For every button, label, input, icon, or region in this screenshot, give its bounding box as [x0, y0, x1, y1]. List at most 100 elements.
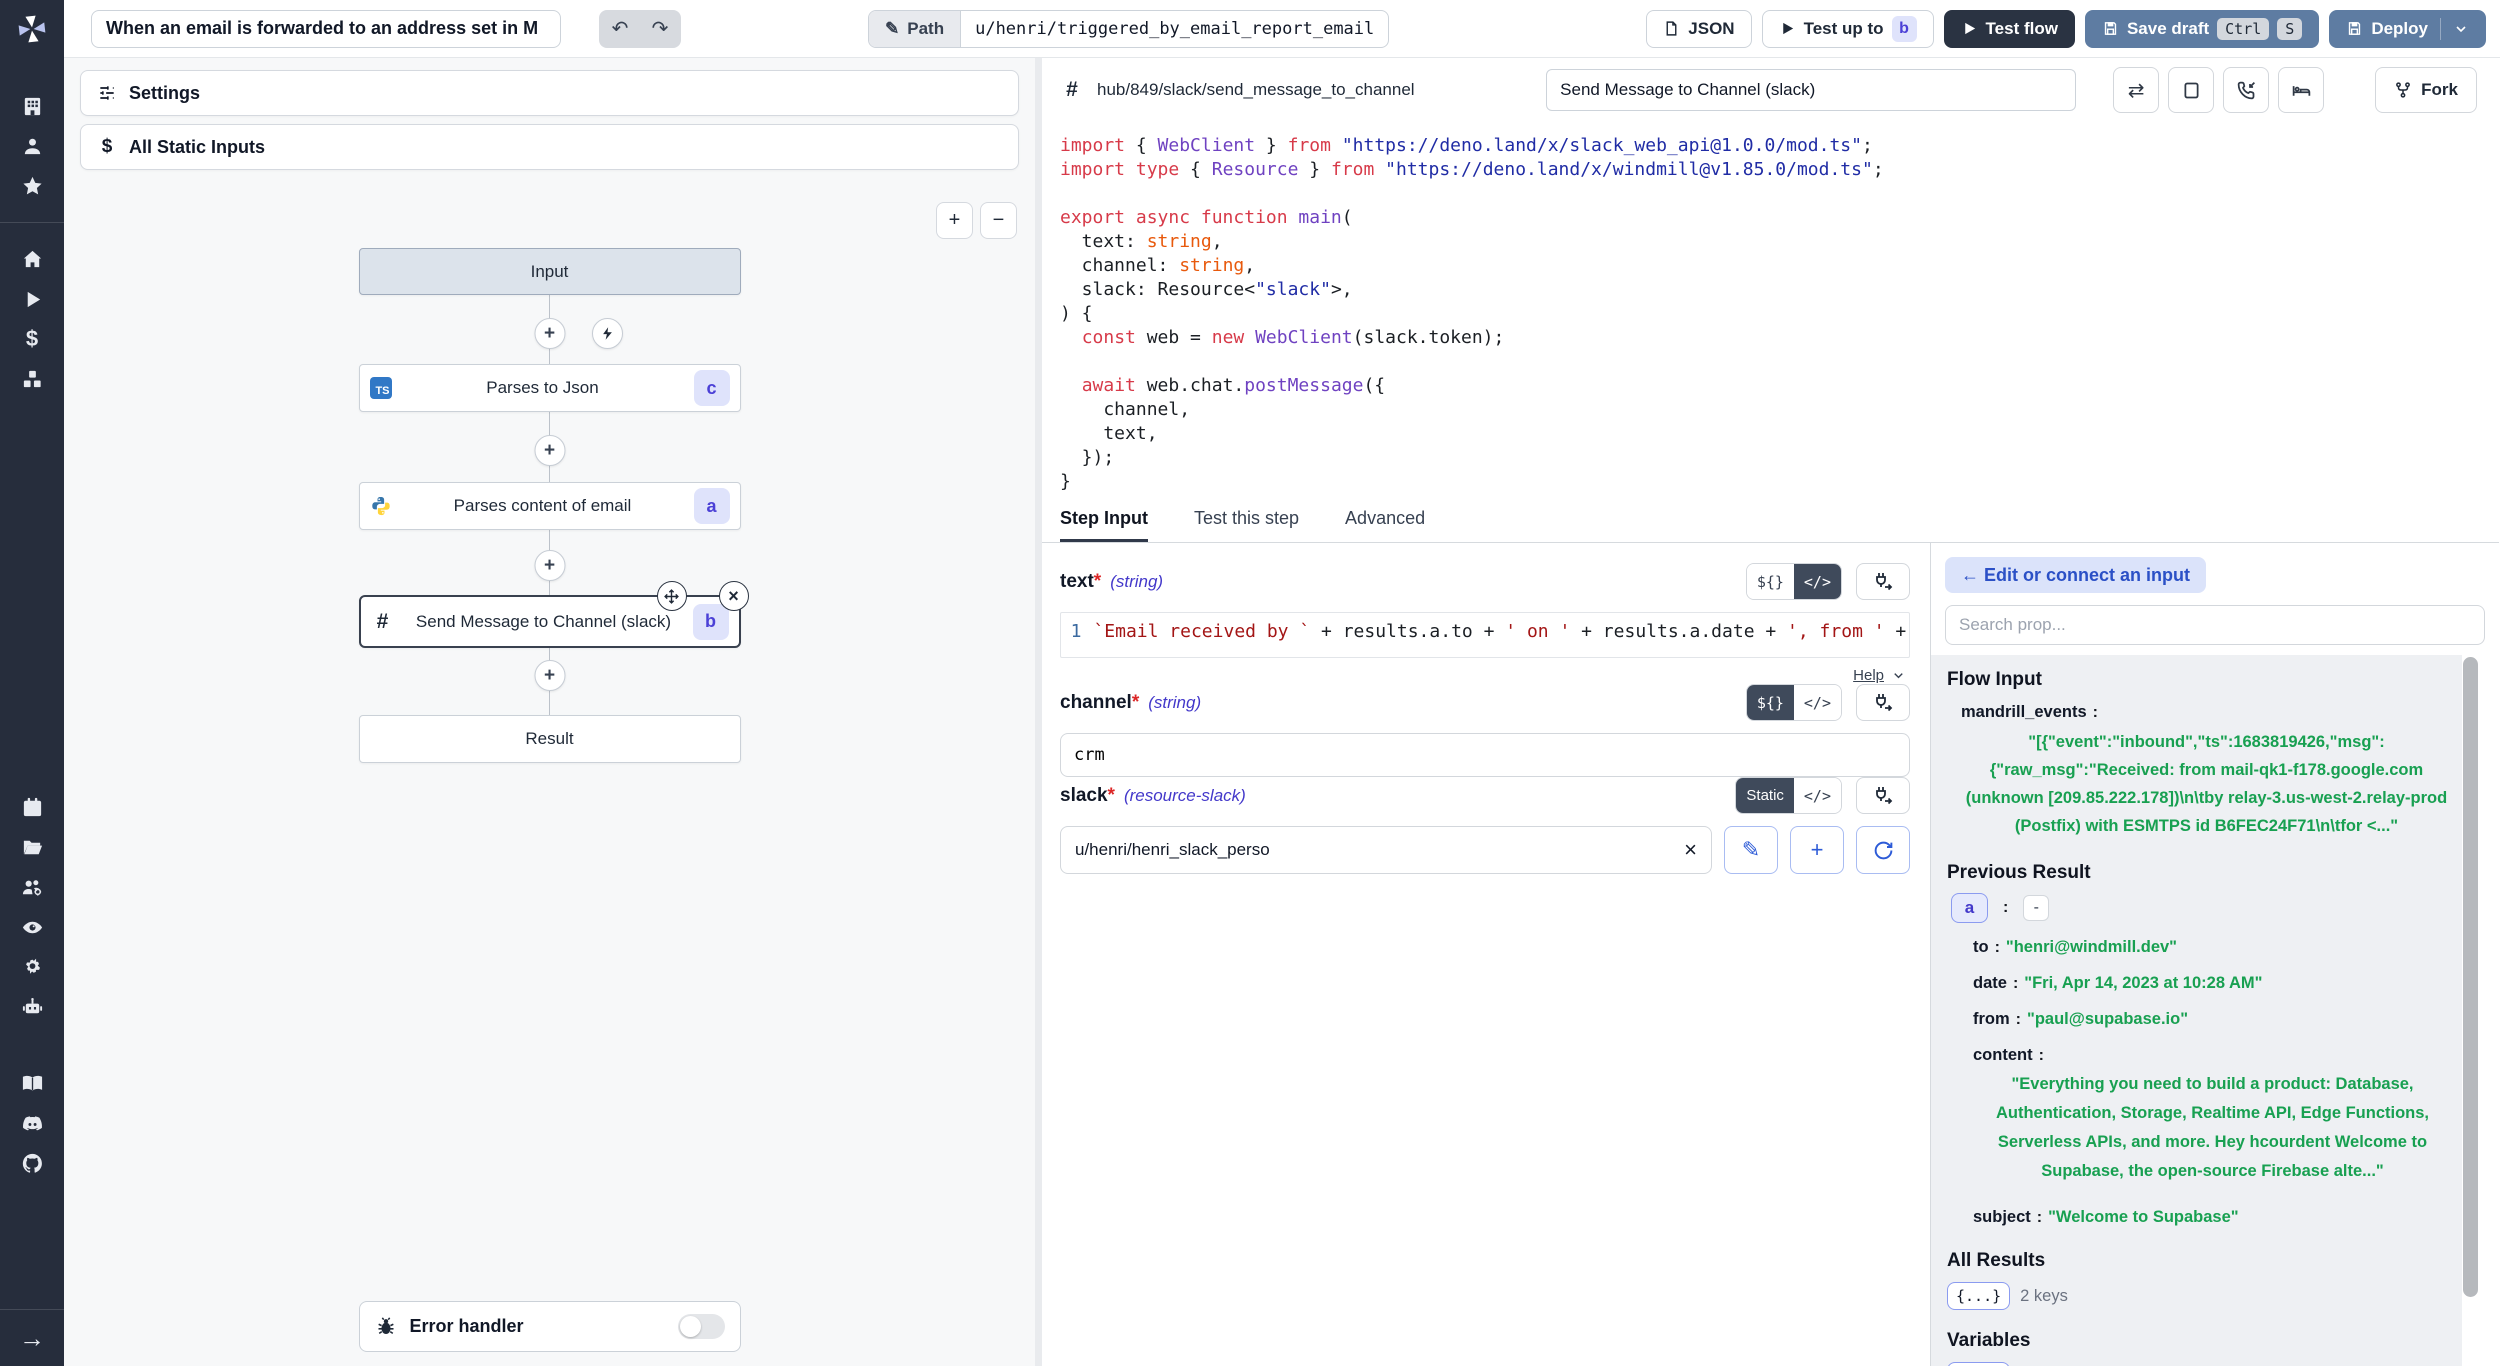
swap-arrows-icon: ⇄ — [2128, 78, 2145, 103]
collapse-button[interactable]: - — [2023, 895, 2049, 921]
add-resource-button[interactable]: + — [1790, 826, 1844, 874]
zoom-out-button[interactable]: − — [980, 202, 1017, 239]
workspace-building-icon[interactable] — [0, 86, 64, 126]
connect-input-button[interactable] — [1856, 563, 1910, 600]
collapse-sidebar-arrow-icon[interactable]: → — [0, 1310, 64, 1366]
result-entry-subject[interactable]: subject:"Welcome to Supabase" — [1973, 1205, 2454, 1230]
chevron-down-icon[interactable] — [2453, 21, 2469, 37]
test-flow-button[interactable]: Test flow — [1944, 10, 2075, 48]
resources-cubes-icon[interactable] — [0, 359, 64, 399]
docs-book-icon[interactable] — [0, 1063, 64, 1103]
settings-gear-icon[interactable] — [0, 947, 64, 987]
robot-icon[interactable] — [0, 987, 64, 1027]
save-draft-button[interactable]: Save draft Ctrl S — [2085, 10, 2319, 48]
code-editor[interactable]: import { WebClient } from "https://deno.… — [1042, 122, 2499, 494]
plug-arrow-icon — [1871, 570, 1895, 594]
tab-test-this-step[interactable]: Test this step — [1194, 508, 1299, 542]
error-handler-node[interactable]: Error handler — [359, 1301, 741, 1352]
path-value: u/henri/triggered_by_email_report_email — [961, 11, 1388, 47]
groups-users-gear-icon[interactable] — [0, 867, 64, 907]
expr-mode-segment[interactable]: </> — [1794, 564, 1841, 599]
path-chip[interactable]: ✎ Path u/henri/triggered_by_email_report… — [868, 10, 1389, 48]
move-node-handle[interactable] — [657, 581, 687, 611]
add-step-button[interactable]: + — [534, 318, 565, 349]
add-step-button[interactable]: + — [534, 660, 565, 691]
flow-node-result[interactable]: Result — [359, 715, 741, 763]
user-icon[interactable] — [0, 126, 64, 166]
chevron-down-icon[interactable] — [1891, 668, 1906, 683]
connect-input-button[interactable] — [1856, 684, 1910, 721]
text-expression-editor[interactable]: 1 `Email received by ` + results.a.to + … — [1060, 612, 1910, 658]
variables-dollar-icon[interactable]: $ — [0, 319, 64, 359]
trigger-bolt-button[interactable] — [592, 318, 623, 349]
help-link[interactable]: Help — [1853, 667, 1884, 684]
flow-graph-canvas[interactable]: + − Input + TS Parses to — [64, 180, 1035, 1366]
expand-variables-button[interactable]: {...} — [1947, 1362, 2010, 1366]
props-scroll-area[interactable]: Flow Input mandrill_events: "[{"event":"… — [1931, 655, 2462, 1366]
scrollbar-thumb[interactable] — [2463, 657, 2478, 1297]
zoom-in-button[interactable]: + — [936, 202, 973, 239]
step-input-form: text*(string) ${} </> — [1042, 543, 1930, 1366]
search-prop-input[interactable] — [1945, 605, 2485, 645]
add-step-button[interactable]: + — [534, 435, 565, 466]
plug-arrow-icon — [1871, 691, 1895, 715]
edit-resource-button[interactable]: ✎ — [1724, 826, 1778, 874]
error-handler-toggle[interactable] — [678, 1314, 725, 1339]
refresh-resource-button[interactable] — [1856, 826, 1910, 874]
panel-divider[interactable] — [1035, 58, 1042, 1366]
connect-input-button[interactable] — [1856, 777, 1910, 814]
static-mode-segment[interactable]: ${} — [1747, 564, 1794, 599]
suspend-bed-button[interactable] — [2278, 67, 2324, 113]
expr-mode-segment[interactable]: </> — [1794, 685, 1841, 720]
windmill-logo-icon[interactable] — [0, 0, 64, 58]
folders-icon[interactable] — [0, 827, 64, 867]
tab-step-input[interactable]: Step Input — [1060, 508, 1148, 542]
static-mode-segment[interactable]: Static — [1736, 778, 1794, 813]
audit-eye-icon[interactable] — [0, 907, 64, 947]
expr-mode-segment[interactable]: </> — [1794, 778, 1841, 813]
channel-value-input[interactable] — [1060, 733, 1910, 777]
step-b-badge: b — [1892, 16, 1917, 42]
home-icon[interactable] — [0, 239, 64, 279]
runs-play-icon[interactable] — [0, 279, 64, 319]
clear-resource-button[interactable]: × — [1684, 839, 1697, 861]
step-name-input[interactable] — [1546, 69, 2076, 111]
box-button[interactable] — [2168, 67, 2214, 113]
delete-node-button[interactable]: × — [719, 581, 749, 611]
test-up-to-button[interactable]: Test up to b — [1762, 10, 1934, 48]
static-mode-segment[interactable]: ${} — [1747, 685, 1794, 720]
result-entry-to[interactable]: to:"henri@windmill.dev" — [1973, 935, 2454, 960]
flow-node-parses-to-json[interactable]: TS Parses to Json c — [359, 364, 741, 412]
flow-node-parses-content[interactable]: Parses content of email a — [359, 482, 741, 530]
add-step-button[interactable]: + — [534, 550, 565, 581]
flow-settings-button[interactable]: Settings — [80, 70, 1019, 116]
result-a-chip[interactable]: a — [1951, 893, 1988, 923]
play-icon — [1779, 20, 1796, 37]
favorites-star-icon[interactable] — [0, 166, 64, 206]
result-entry-from[interactable]: from:"paul@supabase.io" — [1973, 1007, 2454, 1032]
result-entry-date[interactable]: date:"Fri, Apr 14, 2023 at 10:28 AM" — [1973, 971, 2454, 996]
hub-script-path[interactable]: hub/849/slack/send_message_to_channel — [1097, 80, 1415, 100]
fork-button[interactable]: Fork — [2375, 67, 2477, 113]
schedules-calendar-icon[interactable] — [0, 787, 64, 827]
tab-advanced[interactable]: Advanced — [1345, 508, 1425, 542]
prop-key[interactable]: mandrill_events — [1961, 703, 2087, 721]
slack-resource-input[interactable] — [1075, 840, 1684, 860]
json-button[interactable]: JSON — [1646, 10, 1751, 48]
expand-results-button[interactable]: {...} — [1947, 1282, 2010, 1310]
flow-title-input[interactable] — [91, 10, 561, 48]
result-entry-content[interactable]: content: "Everything you need to build a… — [1973, 1043, 2454, 1194]
flow-node-input[interactable]: Input — [359, 248, 741, 295]
deploy-button[interactable]: Deploy — [2329, 10, 2486, 48]
all-static-inputs-button[interactable]: $ All Static Inputs — [80, 124, 1019, 170]
edit-or-connect-button[interactable]: ← Edit or connect an input — [1945, 557, 2206, 593]
flow-node-send-message-selected[interactable]: # Send Message to Channel (slack) b × — [359, 595, 741, 648]
prop-value[interactable]: "[{"event":"inbound","ts":1683819426,"ms… — [1947, 728, 2454, 840]
github-icon[interactable] — [0, 1143, 64, 1183]
discord-icon[interactable] — [0, 1103, 64, 1143]
phone-incoming-button[interactable] — [2223, 67, 2269, 113]
slack-resource-picker[interactable]: × — [1060, 826, 1712, 874]
redo-button[interactable]: ↷ — [640, 11, 680, 47]
undo-button[interactable]: ↶ — [600, 11, 640, 47]
reload-script-button[interactable]: ⇄ — [2113, 67, 2159, 113]
